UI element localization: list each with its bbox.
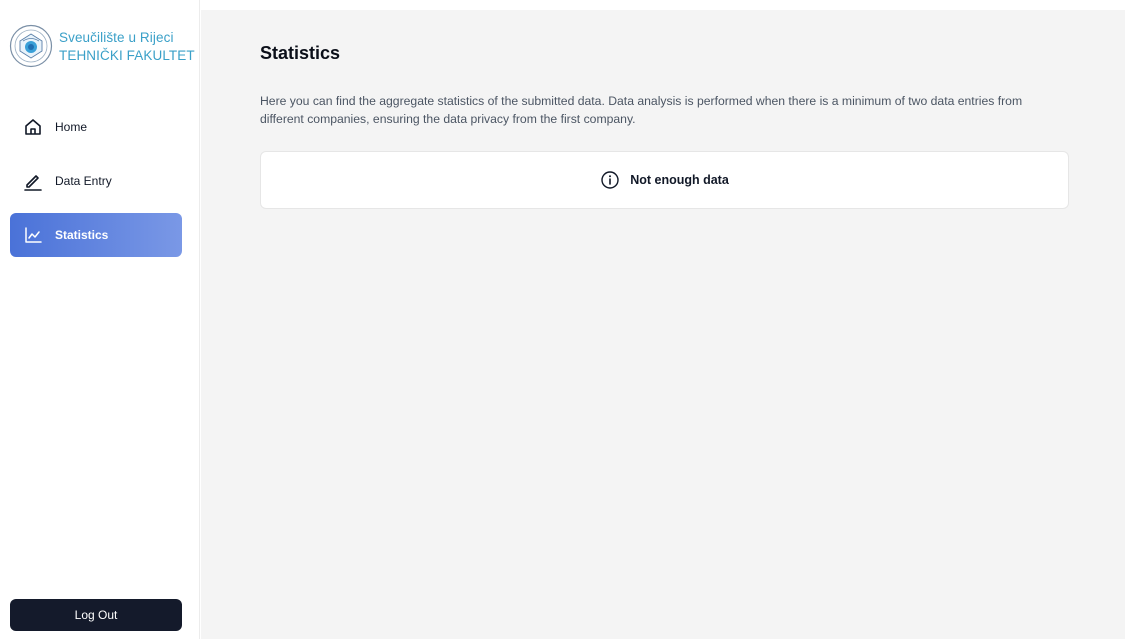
university-seal-icon [9,24,53,68]
logout-button[interactable]: Log Out [10,599,182,631]
sidebar-nav: Home Data Entry Statistics [10,105,182,267]
app-root: Sveučilište u Rijeci TEHNIČKI FAKULTET H… [0,0,1125,639]
page-description: Here you can find the aggregate statisti… [260,94,1023,126]
sidebar-item-home[interactable]: Home [10,105,182,149]
home-icon [23,117,43,137]
brand[interactable]: Sveučilište u Rijeci TEHNIČKI FAKULTET [9,24,195,68]
chart-line-icon [23,225,43,245]
pencil-icon [23,171,43,191]
sidebar-item-label: Home [55,120,88,134]
brand-name: Sveučilište u Rijeci TEHNIČKI FAKULTET [59,29,195,65]
notice-text: Not enough data [630,173,729,187]
brand-line-1: Sveučilište u Rijeci [59,30,174,45]
sidebar-item-data-entry[interactable]: Data Entry [10,159,182,203]
sidebar: Sveučilište u Rijeci TEHNIČKI FAKULTET H… [0,0,200,639]
sidebar-item-label: Data Entry [55,174,112,188]
empty-state-notice: Not enough data [260,151,1069,209]
brand-line-2: TEHNIČKI FAKULTET [59,48,195,63]
info-icon [601,171,619,189]
sidebar-item-statistics[interactable]: Statistics [10,213,182,257]
sidebar-item-label: Statistics [55,228,109,242]
page-title: Statistics [260,43,341,63]
main-content: Statistics Here you can find the aggrega… [201,10,1125,639]
